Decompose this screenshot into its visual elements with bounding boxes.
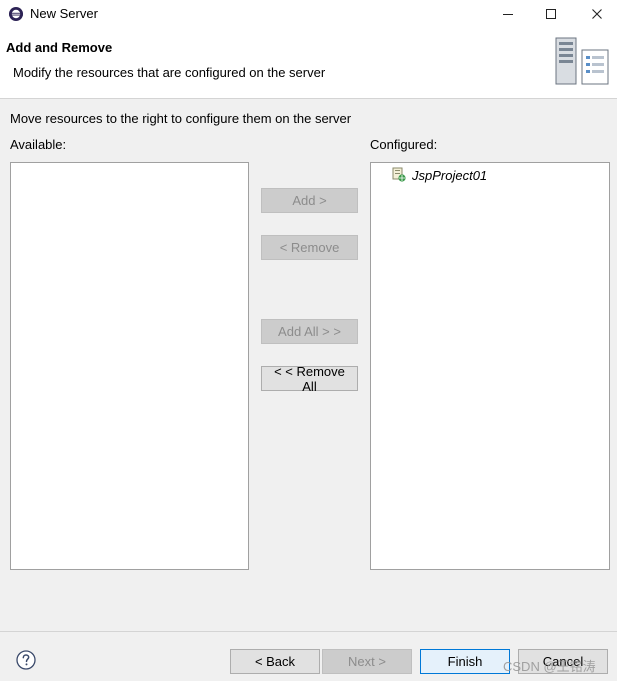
add-button[interactable]: Add > [261, 188, 358, 213]
configured-label: Configured: [370, 137, 438, 152]
window-title: New Server [30, 6, 98, 21]
page-title: Add and Remove [6, 40, 113, 55]
list-item-jspproject01[interactable]: JspProject01 [391, 166, 487, 184]
web-project-icon [392, 167, 406, 182]
close-icon [592, 9, 602, 19]
next-button[interactable]: Next > [322, 649, 412, 674]
minimize-icon [503, 14, 513, 15]
add-all-button[interactable]: Add All > > [261, 319, 358, 344]
title-bar: New Server [0, 0, 617, 28]
maximize-icon [546, 9, 556, 19]
help-icon[interactable] [16, 650, 36, 670]
project-name: JspProject01 [412, 167, 488, 183]
instruction-text: Move resources to the right to configure… [10, 111, 352, 126]
back-button[interactable]: < Back [230, 649, 320, 674]
configured-list[interactable]: JspProject01 [370, 162, 610, 570]
page-description: Modify the resources that are configured… [13, 65, 326, 80]
eclipse-icon [9, 7, 23, 21]
server-banner-icon [555, 37, 609, 85]
finish-button[interactable]: Finish [420, 649, 510, 674]
remove-all-button[interactable]: < < Remove All [261, 364, 358, 394]
maximize-button[interactable] [528, 0, 574, 28]
available-label: Available: [10, 137, 67, 152]
available-list[interactable] [10, 162, 249, 570]
footer-divider [0, 631, 617, 632]
wizard-header: Add and Remove Modify the resources that… [0, 28, 617, 99]
watermark: CSDN @王铭涛 [503, 659, 596, 674]
remove-button[interactable]: < Remove [261, 235, 358, 260]
minimize-button[interactable] [485, 0, 531, 28]
close-button[interactable] [574, 0, 617, 28]
